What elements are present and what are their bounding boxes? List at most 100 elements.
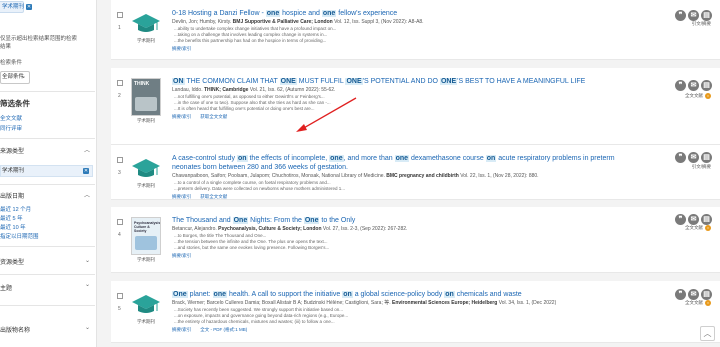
remove-filter-icon[interactable]: ✕ — [26, 4, 33, 10]
result-publication[interactable]: Psychoanalysis, Culture & Society; Londo… — [218, 226, 321, 232]
title-text: fellow's experience — [336, 10, 398, 17]
full-text-link[interactable]: 全文 - PDF (格式:1 MB) — [200, 327, 247, 332]
abstract-index-link[interactable]: 摘要/索引 — [172, 253, 191, 258]
journal-cover-image[interactable]: THINK — [131, 78, 161, 116]
remove-filter-icon[interactable]: ✕ — [83, 168, 89, 174]
email-icon[interactable]: ✉ — [688, 80, 699, 91]
full-text-link[interactable]: 获取全文文献 — [200, 194, 227, 199]
journal-cover-image[interactable]: Psychoanalysis, Culture & Society — [131, 217, 161, 255]
result-content: A case-control study on the effects of i… — [172, 154, 642, 200]
resource-type-heading[interactable]: 资源类型 — [0, 257, 24, 266]
results-list: 1 学术期刊 0-18 Hosting a Danzi Fellow - one h… — [111, 0, 720, 347]
availability-label[interactable]: 全文文献 ○ — [685, 225, 711, 231]
quote-icon[interactable]: ❞ — [675, 289, 686, 300]
result-publication[interactable]: BMJ Supportive & Palliative Care; London — [233, 19, 333, 25]
result-volume-info: Vol. 21, Iss. 62, (Autumn 2022): 55-62. — [249, 87, 336, 93]
result-publication[interactable]: BMC pregnancy and childbirth — [386, 173, 459, 179]
date-12-months-link[interactable]: 最近 12 个月 — [0, 205, 31, 213]
result-thumbnail[interactable]: THINK 学术期刊 — [131, 78, 161, 124]
abstract-index-link[interactable]: 摘要/索引 — [172, 194, 191, 199]
active-filter-pill[interactable]: 学术期刊 ✕ — [0, 1, 33, 13]
availability-label[interactable]: 引文/摘要 — [692, 164, 711, 170]
chevron-down-icon[interactable]: ⌄ — [85, 257, 90, 264]
title-text: 0-18 Hosting a Danzi Fellow - — [172, 10, 266, 17]
result-thumbnail[interactable]: 学术期刊 — [131, 291, 161, 325]
chevron-up-icon[interactable]: ︿ — [84, 145, 90, 154]
date-10-years-link[interactable]: 最近 10 年 — [0, 223, 26, 231]
save-icon[interactable]: ▤ — [701, 80, 712, 91]
availability-text: 全文文献 — [685, 300, 703, 306]
search-term-highlight: on — [236, 155, 248, 162]
result-publication[interactable]: THINK; Cambridge — [204, 87, 248, 93]
chevron-up-icon[interactable]: ︿ — [84, 190, 90, 199]
subject-heading[interactable]: 主题 — [0, 283, 12, 292]
filter-full-text-link[interactable]: 全文文献 — [0, 114, 22, 122]
save-icon[interactable]: ▤ — [701, 214, 712, 225]
result-volume-info: Vol. 12, Iss. Suppl 3, (Nov 2022): A8-A8… — [334, 19, 424, 25]
search-condition-select[interactable]: 全部条件 ⌄ — [0, 71, 30, 84]
select-result-checkbox[interactable] — [117, 157, 123, 163]
title-text: MUST FULFIL — [296, 78, 346, 85]
chevron-down-icon[interactable]: ⌄ — [85, 281, 90, 288]
result-title-link[interactable]: One planet: one health. A call to suppor… — [172, 290, 642, 299]
availability-label[interactable]: 全文文献 ○ — [685, 300, 711, 306]
filter-heading: 筛选条件 — [0, 99, 30, 108]
select-result-checkbox[interactable] — [117, 80, 123, 86]
result-number: 4 — [118, 232, 121, 238]
result-content: One planet: one health. A call to suppor… — [172, 290, 642, 333]
cover-art — [135, 236, 157, 250]
chevron-down-icon[interactable]: ⌄ — [85, 324, 90, 331]
result-title-link[interactable]: ON THE COMMON CLAIM THAT ONE MUST FULFIL… — [172, 77, 642, 86]
result-title-link[interactable]: The Thousand and One Nights: From the On… — [172, 216, 642, 225]
open-access-icon: ○ — [705, 300, 711, 306]
result-links: 摘要/索引 获取全文文献 — [172, 114, 642, 120]
date-range-link[interactable]: 指定以日期范围 — [0, 232, 39, 240]
email-icon[interactable]: ✉ — [688, 152, 699, 163]
result-snippet: ...and stories, but the same one evokes … — [174, 245, 330, 250]
abstract-index-link[interactable]: 摘要/索引 — [172, 114, 191, 119]
quote-icon[interactable]: ❞ — [675, 214, 686, 225]
quote-icon[interactable]: ❞ — [675, 152, 686, 163]
result-thumbnail[interactable]: 学术期刊 — [131, 155, 161, 189]
title-text: planet: — [187, 291, 213, 298]
email-icon[interactable]: ✉ — [688, 214, 699, 225]
save-icon[interactable]: ▤ — [701, 152, 712, 163]
title-text: hospice and — [280, 10, 322, 17]
search-condition-label: 检索条件 — [0, 60, 23, 66]
select-result-checkbox[interactable] — [117, 219, 123, 225]
availability-label[interactable]: 全文文献 ○ — [685, 93, 711, 99]
result-thumbnail[interactable]: 学术期刊 — [131, 10, 161, 44]
publication-name-heading[interactable]: 出版物名称 — [0, 325, 30, 334]
result-authors: Landau, Iddo. — [172, 87, 203, 93]
mortarboard-icon — [131, 10, 161, 36]
quote-icon[interactable]: ❞ — [675, 10, 686, 21]
search-term-highlight: ONE — [439, 78, 458, 85]
abstract-index-link[interactable]: 摘要/索引 — [172, 327, 191, 332]
result-thumbnail[interactable]: Psychoanalysis, Culture & Society 学术期刊 — [131, 217, 161, 263]
select-result-checkbox[interactable] — [117, 12, 123, 18]
email-icon[interactable]: ✉ — [688, 10, 699, 21]
abstract-index-link[interactable]: 摘要/索引 — [172, 46, 191, 51]
email-icon[interactable]: ✉ — [688, 289, 699, 300]
availability-label[interactable]: 引文/摘要 — [692, 21, 711, 27]
save-icon[interactable]: ▤ — [701, 289, 712, 300]
filter-peer-reviewed-link[interactable]: 同行评审 — [0, 124, 22, 132]
search-term-highlight: on — [444, 291, 455, 298]
select-result-checkbox[interactable] — [117, 293, 123, 299]
search-term-highlight: ONE — [345, 78, 363, 85]
source-type-selected[interactable]: 学术期刊 ✕ — [0, 165, 93, 177]
quote-icon[interactable]: ❞ — [675, 80, 686, 91]
result-title-link[interactable]: A case-control study on the effects of i… — [172, 154, 642, 172]
scope-note: 仅显示超出检索结果范围的检索 结果 — [0, 35, 77, 51]
title-text: to the Only — [319, 217, 356, 224]
result-title-link[interactable]: 0-18 Hosting a Danzi Fellow - one hospic… — [172, 9, 642, 18]
result-publication[interactable]: Environmental Sciences Europe; Heidelber… — [392, 300, 497, 306]
title-text: health. A call to support the initiative — [227, 291, 343, 298]
save-icon[interactable]: ▤ — [701, 10, 712, 21]
active-filter-label: 学术期刊 — [2, 4, 25, 10]
search-term-highlight: one — [265, 10, 281, 17]
search-term-highlight: One — [303, 217, 320, 224]
scroll-to-top-button[interactable]: ︿ — [700, 326, 715, 341]
date-5-years-link[interactable]: 最近 5 年 — [0, 214, 23, 222]
full-text-link[interactable]: 获取全文文献 — [200, 114, 227, 119]
